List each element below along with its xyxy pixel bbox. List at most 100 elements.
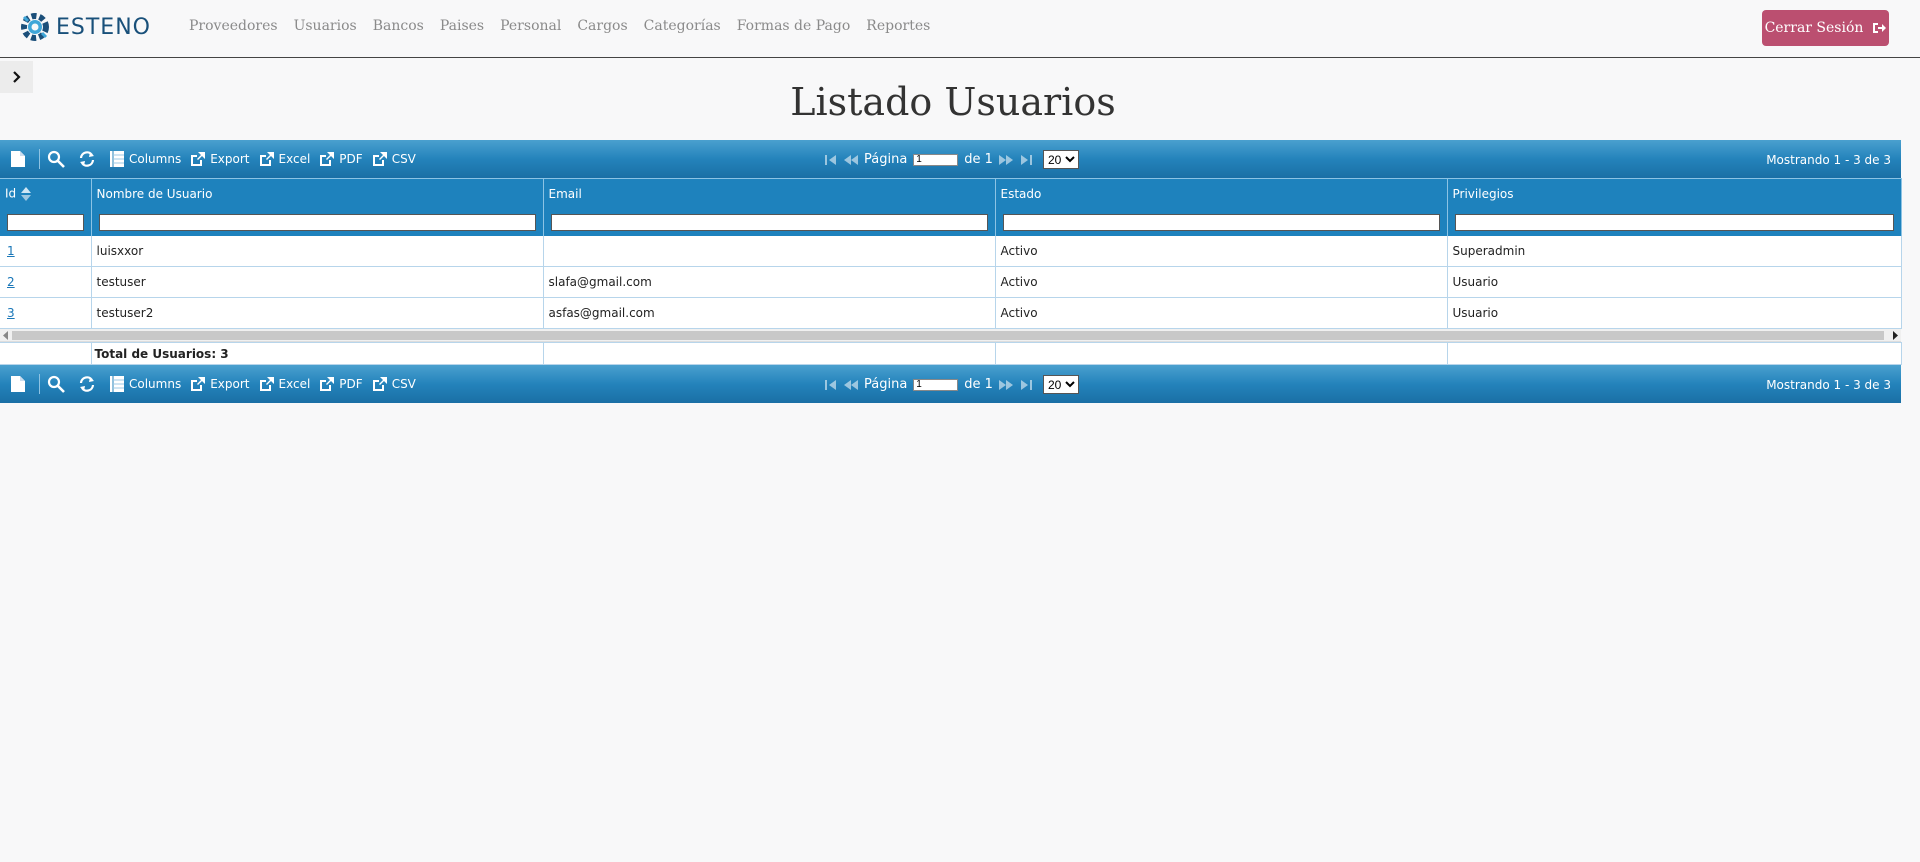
nav-link-reportes[interactable]: Reportes bbox=[866, 18, 930, 34]
scroll-right-icon[interactable] bbox=[1892, 331, 1898, 340]
last-page-icon[interactable] bbox=[1019, 153, 1033, 167]
filter-row bbox=[0, 208, 1902, 236]
column-header-email[interactable]: Email bbox=[543, 178, 996, 209]
search-button[interactable] bbox=[47, 375, 69, 393]
nav-link-bancos[interactable]: Bancos bbox=[373, 18, 424, 34]
users-grid: Columns Export Excel PDF CSV Página 1 de… bbox=[0, 140, 1902, 403]
page-size-select[interactable]: 20 bbox=[1042, 375, 1079, 394]
toolbar-divider bbox=[39, 374, 40, 394]
export-icon bbox=[191, 152, 206, 166]
filter-email-input[interactable] bbox=[550, 213, 988, 231]
page-number-input[interactable] bbox=[913, 378, 959, 391]
horizontal-scrollbar[interactable] bbox=[0, 329, 1901, 342]
columns-button[interactable]: Columns bbox=[109, 150, 181, 168]
brand-name: ESTENO bbox=[56, 14, 151, 40]
page-number-input[interactable] bbox=[913, 153, 959, 166]
column-header-privilegios[interactable]: Privilegios bbox=[1447, 178, 1902, 209]
users-table-footer: Total de Usuarios: 3 bbox=[0, 342, 1902, 365]
page-size-select[interactable]: 20 bbox=[1042, 150, 1079, 169]
cell-estado: Activo bbox=[995, 266, 1448, 298]
logout-button[interactable]: Cerrar Sesión bbox=[1762, 10, 1889, 46]
excel-button[interactable]: Excel bbox=[259, 376, 311, 392]
columns-button[interactable]: Columns bbox=[109, 375, 181, 393]
nav-link-cargos[interactable]: Cargos bbox=[577, 18, 627, 34]
pager-bottom: Página de 1 20 bbox=[824, 375, 1079, 394]
nav-link-usuarios[interactable]: Usuarios bbox=[294, 18, 357, 34]
table-row[interactable]: 3 testuser2 asfas@gmail.com Activo Usuar… bbox=[0, 297, 1902, 329]
add-button[interactable] bbox=[10, 375, 30, 393]
column-header-username[interactable]: Nombre de Usuario bbox=[91, 178, 544, 209]
csv-button[interactable]: CSV bbox=[372, 376, 416, 392]
brand-logo[interactable]: ESTENO bbox=[18, 9, 151, 45]
filter-id-input[interactable] bbox=[7, 213, 84, 231]
search-icon bbox=[47, 375, 65, 393]
pdf-button[interactable]: PDF bbox=[319, 376, 363, 392]
column-header-id[interactable]: Id bbox=[0, 178, 92, 209]
cell-estado: Activo bbox=[995, 297, 1448, 329]
page-label: Página bbox=[864, 377, 908, 392]
filter-estado-input[interactable] bbox=[1002, 213, 1440, 231]
prev-page-icon[interactable] bbox=[842, 153, 860, 167]
excel-label: Excel bbox=[278, 377, 311, 391]
add-button[interactable] bbox=[10, 150, 30, 168]
table-row[interactable]: 2 testuser slafa@gmail.com Activo Usuari… bbox=[0, 266, 1902, 298]
csv-button[interactable]: CSV bbox=[372, 151, 416, 167]
prev-page-icon[interactable] bbox=[842, 378, 860, 392]
nav-link-formas-de-pago[interactable]: Formas de Pago bbox=[737, 18, 851, 34]
excel-label: Excel bbox=[278, 152, 311, 166]
scrollbar-thumb[interactable] bbox=[12, 331, 1884, 340]
first-page-icon[interactable] bbox=[824, 153, 838, 167]
refresh-button[interactable] bbox=[78, 150, 100, 168]
navbar: ESTENO Proveedores Usuarios Bancos Paise… bbox=[0, 0, 1920, 58]
next-page-icon[interactable] bbox=[997, 378, 1015, 392]
nav-link-proveedores[interactable]: Proveedores bbox=[189, 18, 278, 34]
cell-username: testuser bbox=[91, 266, 544, 298]
refresh-icon bbox=[79, 151, 95, 167]
gear-logo-icon bbox=[21, 13, 49, 41]
column-header-estado[interactable]: Estado bbox=[995, 178, 1448, 209]
table-row[interactable]: 1 luisxxor Activo Superadmin bbox=[0, 235, 1902, 267]
columns-icon bbox=[110, 151, 124, 167]
page-title: Listado Usuarios bbox=[790, 80, 1116, 124]
export-icon bbox=[320, 152, 335, 166]
cell-privilegios: Usuario bbox=[1447, 297, 1902, 329]
export-icon bbox=[372, 152, 387, 166]
search-button[interactable] bbox=[47, 150, 69, 168]
filter-privilegios-input[interactable] bbox=[1454, 213, 1894, 231]
csv-label: CSV bbox=[391, 377, 416, 391]
pdf-label: PDF bbox=[339, 377, 363, 391]
add-document-icon bbox=[11, 376, 25, 392]
csv-label: CSV bbox=[391, 152, 416, 166]
toolbar-divider bbox=[39, 149, 40, 169]
first-page-icon[interactable] bbox=[824, 378, 838, 392]
sort-icon bbox=[20, 186, 31, 201]
scroll-left-icon[interactable] bbox=[3, 331, 9, 340]
cell-username: luisxxor bbox=[91, 235, 544, 267]
last-page-icon[interactable] bbox=[1019, 378, 1033, 392]
pdf-button[interactable]: PDF bbox=[319, 151, 363, 167]
records-info: Mostrando 1 - 3 de 3 bbox=[1766, 378, 1891, 392]
nav-link-paises[interactable]: Paises bbox=[440, 18, 484, 34]
export-button[interactable]: Export bbox=[190, 376, 250, 392]
nav-link-personal[interactable]: Personal bbox=[500, 18, 561, 34]
search-icon bbox=[47, 150, 65, 168]
export-button[interactable]: Export bbox=[190, 151, 250, 167]
total-users: Total de Usuarios: 3 bbox=[91, 342, 544, 365]
excel-button[interactable]: Excel bbox=[259, 151, 311, 167]
cell-username: testuser2 bbox=[91, 297, 544, 329]
export-label: Export bbox=[210, 377, 250, 391]
filter-username-input[interactable] bbox=[98, 213, 536, 231]
grid-toolbar-bottom: Columns Export Excel PDF CSV Página 1 de… bbox=[0, 365, 1901, 403]
nav-link-categorias[interactable]: Categorías bbox=[644, 18, 721, 34]
refresh-button[interactable] bbox=[78, 375, 100, 393]
export-icon bbox=[259, 377, 274, 391]
export-icon bbox=[320, 377, 335, 391]
row-id-link[interactable]: 1 bbox=[7, 244, 15, 258]
row-id-link[interactable]: 3 bbox=[7, 306, 15, 320]
next-page-icon[interactable] bbox=[997, 153, 1015, 167]
cell-privilegios: Superadmin bbox=[1447, 235, 1902, 267]
row-id-link[interactable]: 2 bbox=[7, 275, 15, 289]
export-label: Export bbox=[210, 152, 250, 166]
cell-email: slafa@gmail.com bbox=[543, 266, 996, 298]
columns-icon bbox=[110, 376, 124, 392]
